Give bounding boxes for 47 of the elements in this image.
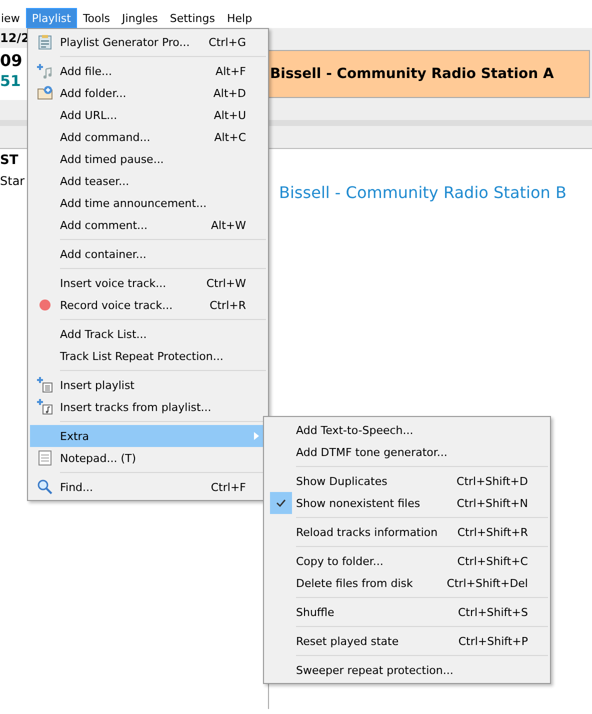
menu-item[interactable]: Add Text-to-Speech... xyxy=(266,419,548,441)
menu-bar-item[interactable]: Tools xyxy=(76,8,116,28)
menu-item[interactable]: Insert tracks from playlist... xyxy=(30,396,266,418)
menu-item[interactable]: Show Duplicates Ctrl+Shift+D xyxy=(266,470,548,492)
menu-item[interactable]: Find... Ctrl+F xyxy=(30,476,266,498)
insert-music-icon xyxy=(37,399,53,415)
menu-item[interactable]: Add comment... Alt+W xyxy=(30,214,266,236)
menu-item[interactable]: Add time announcement... xyxy=(30,192,266,214)
add-music-icon xyxy=(37,63,53,79)
menu-item[interactable]: Add DTMF tone generator... xyxy=(266,441,548,463)
menu-bar-item[interactable]: Settings xyxy=(164,8,221,28)
insert-list-icon xyxy=(37,377,53,393)
menu-item[interactable]: Add timed pause... xyxy=(30,148,266,170)
menu-item[interactable]: Add URL... Alt+U xyxy=(30,104,266,126)
menu-item[interactable]: Add folder... Alt+D xyxy=(30,82,266,104)
menu-item[interactable]: Track List Repeat Protection... xyxy=(30,345,266,367)
counter-label: 51 xyxy=(0,72,21,90)
menu-item[interactable]: Add container... xyxy=(30,243,266,265)
menu-item[interactable]: Add file... Alt+F xyxy=(30,60,266,82)
list-header: ST xyxy=(0,153,18,168)
menu-bar-item[interactable]: Jingles xyxy=(116,8,164,28)
menu-item[interactable]: Insert playlist xyxy=(30,374,266,396)
menu-item[interactable]: Notepad... (T) xyxy=(30,447,266,469)
now-playing-panel: Bissell - Community Radio Station A xyxy=(268,50,590,98)
time-label: 09 xyxy=(0,50,22,72)
menu-item[interactable]: Add Track List... xyxy=(30,323,266,345)
menu-item[interactable]: Add teaser... xyxy=(30,170,266,192)
menu-item[interactable]: Show nonexistent files Ctrl+Shift+N xyxy=(266,492,548,514)
search-icon xyxy=(37,479,53,495)
menu-item[interactable]: Record voice track... Ctrl+R xyxy=(30,294,266,316)
menu-item[interactable]: Shuffle Ctrl+Shift+S xyxy=(266,601,548,623)
submenu-arrow-icon xyxy=(254,432,260,440)
menu-item[interactable]: Extra xyxy=(30,425,266,447)
record-icon xyxy=(39,299,51,311)
menu-item[interactable]: Reload tracks information Ctrl+Shift+R xyxy=(266,521,548,543)
add-folder-icon xyxy=(37,85,53,101)
menu-item[interactable]: Delete files from disk Ctrl+Shift+Del xyxy=(266,572,548,594)
menu-bar-item[interactable]: Help xyxy=(220,8,258,28)
menu-item[interactable]: Sweeper repeat protection... xyxy=(266,659,548,681)
menu-item[interactable]: Copy to folder... Ctrl+Shift+C xyxy=(266,550,548,572)
menu-item[interactable]: Insert voice track... Ctrl+W xyxy=(30,272,266,294)
next-track-title: Bissell - Community Radio Station B xyxy=(279,183,566,202)
notepad-icon xyxy=(37,450,53,466)
menu-bar-item[interactable]: iew xyxy=(0,8,26,28)
menu-item[interactable]: Playlist Generator Pro... Ctrl+G xyxy=(30,31,266,53)
list-item: Star xyxy=(0,174,25,188)
menu-item[interactable]: Reset played state Ctrl+Shift+P xyxy=(266,630,548,652)
